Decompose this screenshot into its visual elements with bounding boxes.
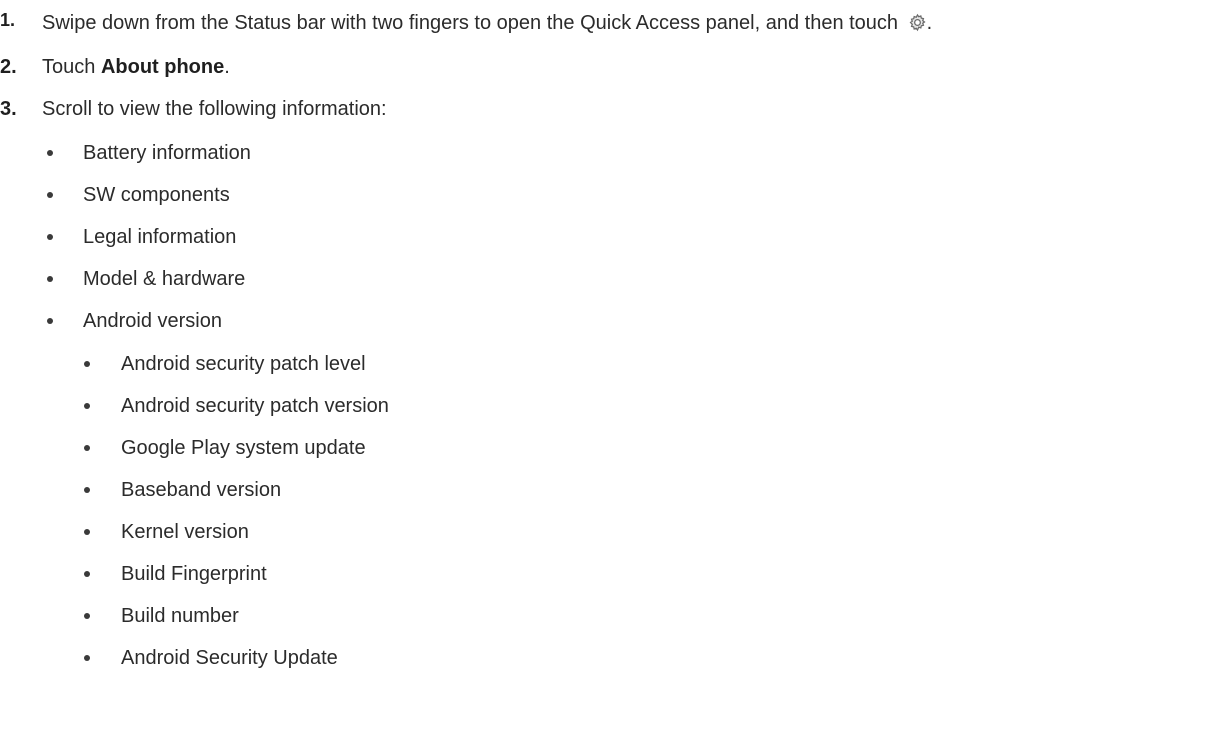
bullet-icon [84, 571, 90, 577]
android-version-item: Build number [84, 601, 239, 631]
step-1: 1. Swipe down from the Status bar with t… [0, 8, 932, 38]
android-version-item: Android security patch version [84, 391, 389, 421]
bullet-icon [84, 445, 90, 451]
step-text: Scroll to view the following information… [42, 97, 387, 120]
bullet-icon [84, 529, 90, 535]
bullet-icon [47, 150, 53, 156]
settings-gear-icon [909, 13, 926, 31]
menu-item-name: About phone [100, 55, 225, 78]
bullet-icon [47, 234, 53, 240]
step-text: Touch About phone. [42, 55, 230, 78]
bullet-icon [84, 403, 90, 409]
procedure-document: 1. Swipe down from the Status bar with t… [0, 0, 1230, 755]
info-list-item: Android version [47, 306, 222, 336]
step-number: 2. [0, 55, 17, 78]
step-text: Swipe down from the Status bar with two … [42, 11, 933, 34]
android-version-item: Build Fingerprint [84, 559, 267, 589]
bullet-icon [84, 361, 90, 367]
step-number: 1. [0, 10, 16, 30]
bullet-icon [84, 655, 90, 661]
step-2: 2. Touch About phone. [0, 52, 230, 82]
android-version-item: Android security patch level [84, 349, 366, 379]
bullet-icon [84, 613, 90, 619]
bullet-icon [84, 487, 90, 493]
info-list-item: Battery information [47, 138, 251, 168]
android-version-item: Android Security Update [84, 643, 338, 673]
bullet-icon [47, 192, 53, 198]
step-number: 3. [0, 97, 17, 120]
android-version-item: Kernel version [84, 517, 249, 547]
info-list-item: Legal information [47, 222, 236, 252]
info-list-item: Model & hardware [47, 264, 245, 294]
step-3: 3. Scroll to view the following informat… [0, 94, 387, 124]
android-version-item: Baseband version [84, 475, 281, 505]
bullet-icon [47, 318, 53, 324]
info-list-item: SW components [47, 180, 230, 210]
bullet-icon [47, 276, 53, 282]
android-version-item: Google Play system update [84, 433, 366, 463]
